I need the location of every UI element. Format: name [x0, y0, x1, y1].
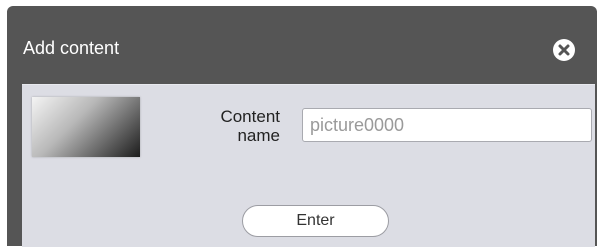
- dialog-body: Content name Enter: [22, 84, 595, 247]
- content-name-label-line1: Content: [220, 107, 280, 126]
- content-preview-thumbnail: [32, 97, 140, 157]
- content-name-input[interactable]: [302, 108, 592, 142]
- content-name-label: Content name: [192, 107, 280, 145]
- dialog-title: Add content: [23, 38, 120, 58]
- dialog-title-bar: Add content: [7, 6, 597, 84]
- add-content-dialog: Add content Content name Enter: [7, 6, 597, 247]
- close-icon[interactable]: [553, 39, 575, 61]
- content-name-label-line2: name: [237, 126, 280, 145]
- enter-button[interactable]: Enter: [242, 205, 389, 237]
